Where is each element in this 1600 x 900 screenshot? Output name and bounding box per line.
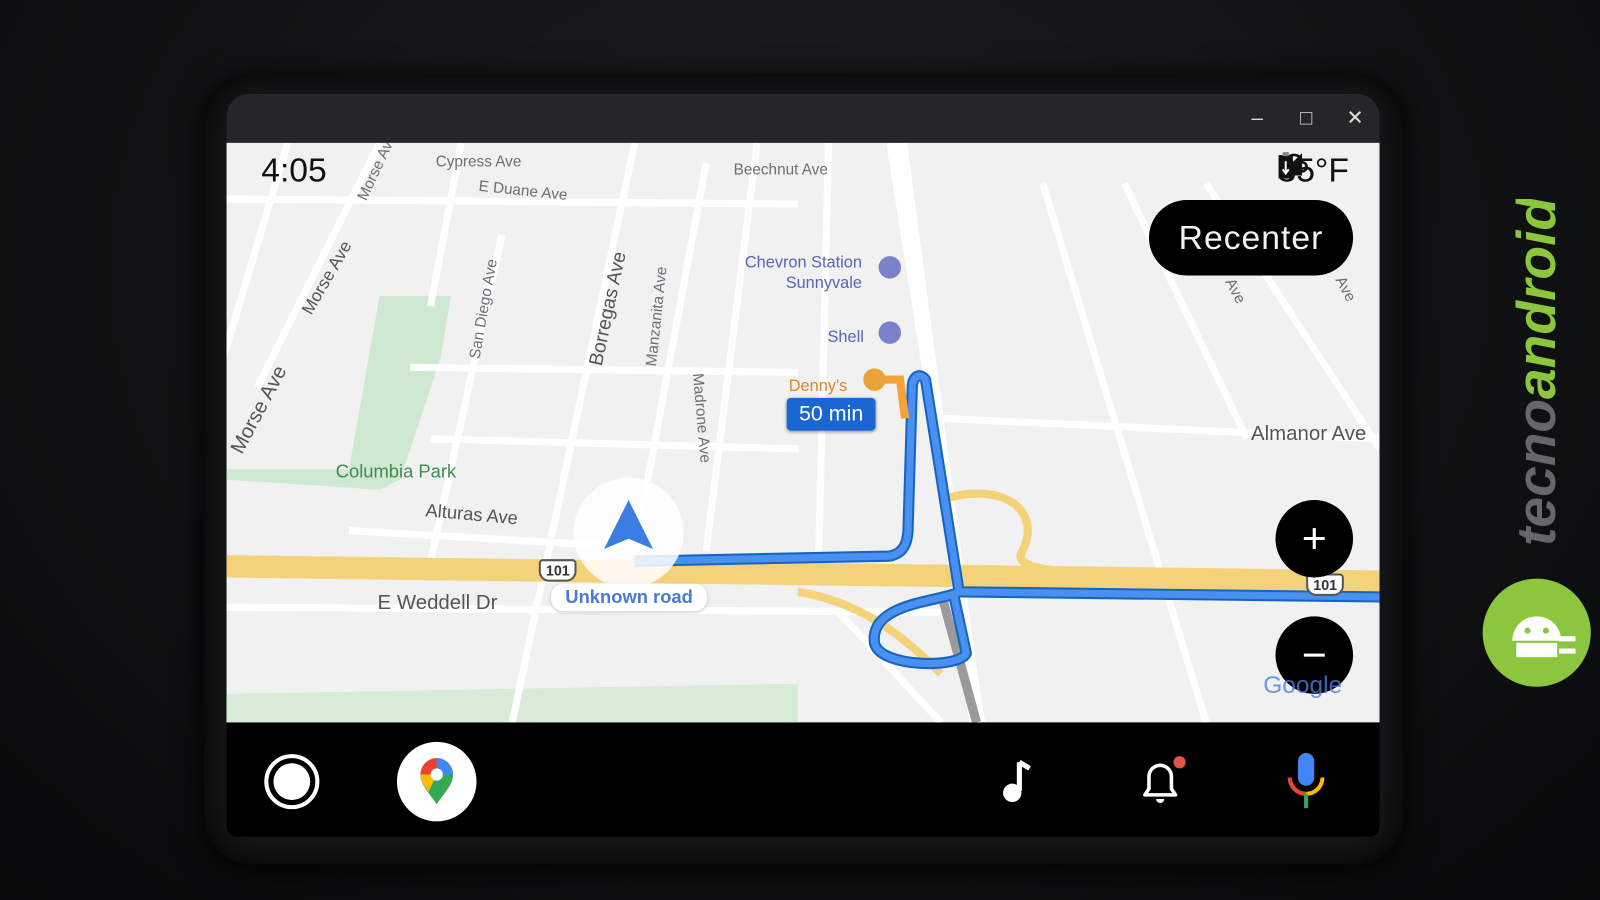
street-label: Beechnut Ave	[733, 161, 828, 179]
recenter-button[interactable]: Recenter	[1148, 199, 1354, 276]
google-maps-app-icon	[396, 741, 477, 822]
zoom-in-button[interactable]: +	[1275, 499, 1354, 578]
clock: 4:05	[261, 151, 327, 189]
music-icon	[1003, 760, 1031, 803]
notification-dot	[1173, 756, 1186, 769]
android-auto-window: – □ ✕ Cypress Ave E Duane Ave Beechnut A…	[226, 93, 1380, 837]
street-label: Cypress Ave	[435, 153, 522, 171]
current-road-label: Unknown road	[551, 583, 708, 612]
poi-dennys[interactable]: Denny's	[789, 378, 847, 396]
android-plug-logo-icon	[1482, 578, 1591, 687]
bottom-nav-bar	[226, 722, 1380, 837]
maximize-button[interactable]: □	[1292, 104, 1321, 133]
svg-text:tecnoandroid: tecnoandroid	[1505, 199, 1567, 546]
google-attribution: Google	[1263, 671, 1343, 699]
restaurant-icon	[863, 368, 886, 391]
notifications-button[interactable]	[1119, 741, 1201, 823]
notification-bell-icon	[1143, 756, 1186, 804]
status-bar: 35°F	[1277, 151, 1348, 190]
close-button[interactable]: ✕	[1341, 104, 1370, 133]
gas-station-icon	[878, 256, 902, 279]
street-label: E Weddell Dr	[377, 591, 498, 615]
poi-name: Chevron Station	[744, 254, 862, 272]
music-button[interactable]	[974, 741, 1056, 823]
highway-shield: 101	[538, 559, 577, 582]
stage: – □ ✕ Cypress Ave E Duane Ave Beechnut A…	[0, 0, 1600, 900]
poi-name: Sunnyvale	[785, 274, 862, 292]
google-maps-app-button[interactable]	[396, 741, 478, 823]
home-launcher-icon	[264, 754, 320, 810]
title-bar: – □ ✕	[226, 93, 1380, 143]
minimize-button[interactable]: –	[1243, 104, 1272, 133]
poi-chevron[interactable]: Chevron Station Sunnyvale	[741, 253, 862, 294]
poi-shell[interactable]: Shell	[828, 329, 864, 347]
tecnoandroid-watermark: tecnoandroid	[1505, 199, 1567, 546]
street-label: Almanor Ave	[1251, 422, 1367, 445]
microphone-icon	[1287, 753, 1325, 809]
park-label: Columbia Park	[335, 461, 457, 482]
voice-assistant-button[interactable]	[1265, 741, 1347, 823]
eta-badge: 50 min	[786, 397, 876, 431]
home-launcher-button[interactable]	[251, 741, 333, 823]
gas-station-icon	[878, 321, 902, 344]
battery-charging-icon	[1278, 152, 1293, 179]
map-view[interactable]: Cypress Ave E Duane Ave Beechnut Ave Mor…	[226, 142, 1380, 723]
